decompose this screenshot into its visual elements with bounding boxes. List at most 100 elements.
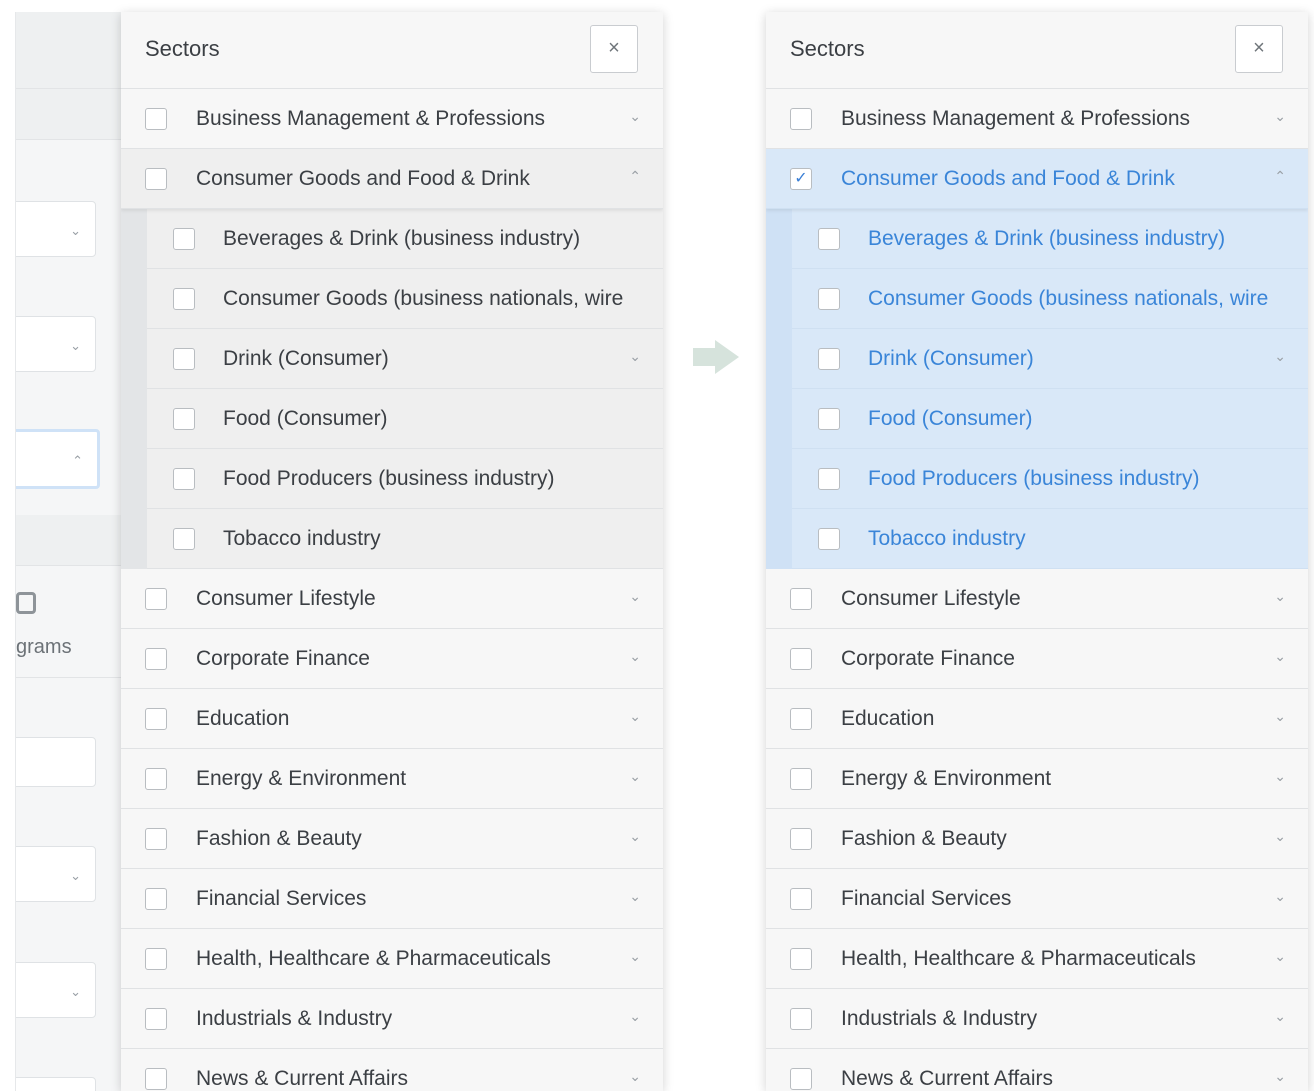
sector-row[interactable]: Health, Healthcare & Pharmaceuticals ⌄ [121, 929, 663, 989]
sector-row[interactable]: Energy & Environment ⌄ [121, 749, 663, 809]
sector-row[interactable]: News & Current Affairs ⌄ [121, 1049, 663, 1091]
chevron-up-icon[interactable]: ⌃ [629, 168, 641, 185]
chevron-down-icon[interactable]: ⌄ [629, 588, 641, 605]
sector-checkbox[interactable] [145, 708, 167, 730]
sector-checkbox[interactable] [145, 648, 167, 670]
subsector-row[interactable]: Drink (Consumer) ⌄ [792, 329, 1308, 389]
chevron-down-icon[interactable]: ⌄ [1274, 888, 1286, 905]
subsector-row[interactable]: Drink (Consumer) ⌄ [147, 329, 663, 389]
sector-checkbox[interactable] [818, 288, 840, 310]
chevron-down-icon[interactable]: ⌄ [629, 1068, 641, 1085]
sector-checkbox[interactable] [790, 708, 812, 730]
subsector-row[interactable]: Food (Consumer) [792, 389, 1308, 449]
sector-row[interactable]: Consumer Lifestyle ⌄ [121, 569, 663, 629]
subsector-row[interactable]: Food (Consumer) [147, 389, 663, 449]
sector-row[interactable]: Corporate Finance ⌄ [121, 629, 663, 689]
sector-row[interactable]: Financial Services ⌄ [766, 869, 1308, 929]
sector-checkbox[interactable] [145, 1068, 167, 1090]
background-select-field[interactable]: ⌄ [16, 201, 96, 257]
sector-checkbox[interactable] [790, 888, 812, 910]
sector-row[interactable]: Industrials & Industry ⌄ [121, 989, 663, 1049]
sector-row[interactable]: Business Management & Professions ⌄ [121, 89, 663, 149]
chevron-down-icon[interactable]: ⌄ [629, 348, 641, 365]
chevron-down-icon[interactable]: ⌄ [1274, 708, 1286, 725]
subsector-row[interactable]: Food Producers (business industry) [792, 449, 1308, 509]
sector-row[interactable]: Business Management & Professions ⌄ [766, 89, 1308, 149]
sector-checkbox[interactable] [145, 168, 167, 190]
subsector-row[interactable]: Beverages & Drink (business industry) [147, 209, 663, 269]
subsector-row[interactable]: Consumer Goods (business nationals, wire [792, 269, 1308, 329]
background-sectors-select[interactable]: ⌃ [16, 429, 100, 489]
sector-row[interactable]: Financial Services ⌄ [121, 869, 663, 929]
chevron-down-icon[interactable]: ⌄ [1274, 108, 1286, 125]
sector-checkbox[interactable] [145, 108, 167, 130]
chevron-down-icon[interactable]: ⌄ [629, 1008, 641, 1025]
sector-row[interactable]: Industrials & Industry ⌄ [766, 989, 1308, 1049]
subsector-row[interactable]: Tobacco industry [792, 509, 1308, 569]
subsector-row[interactable]: Beverages & Drink (business industry) [792, 209, 1308, 269]
sector-row[interactable]: Energy & Environment ⌄ [766, 749, 1308, 809]
chevron-down-icon[interactable]: ⌄ [1274, 768, 1286, 785]
sector-checkbox[interactable] [173, 408, 195, 430]
sector-checkbox[interactable] [790, 648, 812, 670]
chevron-down-icon[interactable]: ⌄ [629, 108, 641, 125]
sector-checkbox[interactable] [790, 108, 812, 130]
sector-row[interactable]: Education ⌄ [766, 689, 1308, 749]
close-button[interactable]: × [1235, 25, 1283, 73]
sector-checkbox[interactable] [145, 768, 167, 790]
chevron-down-icon[interactable]: ⌄ [1274, 648, 1286, 665]
chevron-down-icon[interactable]: ⌄ [629, 828, 641, 845]
sector-checkbox[interactable] [818, 228, 840, 250]
sector-checkbox[interactable] [818, 408, 840, 430]
chevron-down-icon[interactable]: ⌄ [629, 708, 641, 725]
sector-checkbox[interactable] [790, 768, 812, 790]
chevron-down-icon[interactable]: ⌄ [1274, 828, 1286, 845]
subsector-row[interactable]: Consumer Goods (business nationals, wire [147, 269, 663, 329]
subsector-row[interactable]: Tobacco industry [147, 509, 663, 569]
sector-checkbox[interactable] [145, 828, 167, 850]
sector-checkbox[interactable] [790, 1068, 812, 1090]
sector-row[interactable]: Consumer Lifestyle ⌄ [766, 569, 1308, 629]
background-select-field[interactable]: ⌄ [16, 846, 96, 902]
sector-checkbox[interactable] [173, 228, 195, 250]
chevron-down-icon[interactable]: ⌄ [1274, 348, 1286, 365]
chevron-up-icon[interactable]: ⌃ [1274, 168, 1286, 185]
sector-row[interactable]: Consumer Goods and Food & Drink ⌃ [121, 149, 663, 209]
chevron-down-icon[interactable]: ⌄ [1274, 948, 1286, 965]
sector-checkbox[interactable] [173, 528, 195, 550]
background-select-field[interactable]: ⌄ [16, 316, 96, 372]
sector-row[interactable]: Fashion & Beauty ⌄ [766, 809, 1308, 869]
sector-checkbox[interactable] [145, 948, 167, 970]
sector-checkbox[interactable]: ✓ [790, 168, 812, 190]
sector-checkbox[interactable] [790, 828, 812, 850]
sector-row[interactable]: News & Current Affairs ⌄ [766, 1049, 1308, 1091]
sector-row[interactable]: Fashion & Beauty ⌄ [121, 809, 663, 869]
sector-row[interactable]: Corporate Finance ⌄ [766, 629, 1308, 689]
chevron-down-icon[interactable]: ⌄ [1274, 1068, 1286, 1085]
background-select-field[interactable]: ⌄ [16, 962, 96, 1018]
sector-checkbox[interactable] [173, 468, 195, 490]
chevron-down-icon[interactable]: ⌄ [629, 888, 641, 905]
chevron-down-icon[interactable]: ⌄ [629, 648, 641, 665]
sector-checkbox[interactable] [173, 288, 195, 310]
sector-checkbox[interactable] [173, 348, 195, 370]
sector-checkbox[interactable] [790, 1008, 812, 1030]
chevron-down-icon[interactable]: ⌄ [629, 768, 641, 785]
sector-checkbox[interactable] [818, 348, 840, 370]
sector-row[interactable]: Education ⌄ [121, 689, 663, 749]
close-button[interactable]: × [590, 25, 638, 73]
chevron-down-icon[interactable]: ⌄ [1274, 1008, 1286, 1025]
background-text-input[interactable] [16, 737, 96, 787]
instagram-icon[interactable] [16, 592, 36, 614]
chevron-down-icon[interactable]: ⌄ [1274, 588, 1286, 605]
sector-checkbox[interactable] [818, 468, 840, 490]
sector-checkbox[interactable] [145, 888, 167, 910]
sector-checkbox[interactable] [145, 588, 167, 610]
sector-checkbox[interactable] [145, 1008, 167, 1030]
sector-row[interactable]: ✓ Consumer Goods and Food & Drink ⌃ [766, 149, 1308, 209]
sector-checkbox[interactable] [790, 588, 812, 610]
background-select-field[interactable] [16, 1077, 96, 1091]
sector-checkbox[interactable] [790, 948, 812, 970]
sector-row[interactable]: Health, Healthcare & Pharmaceuticals ⌄ [766, 929, 1308, 989]
subsector-row[interactable]: Food Producers (business industry) [147, 449, 663, 509]
